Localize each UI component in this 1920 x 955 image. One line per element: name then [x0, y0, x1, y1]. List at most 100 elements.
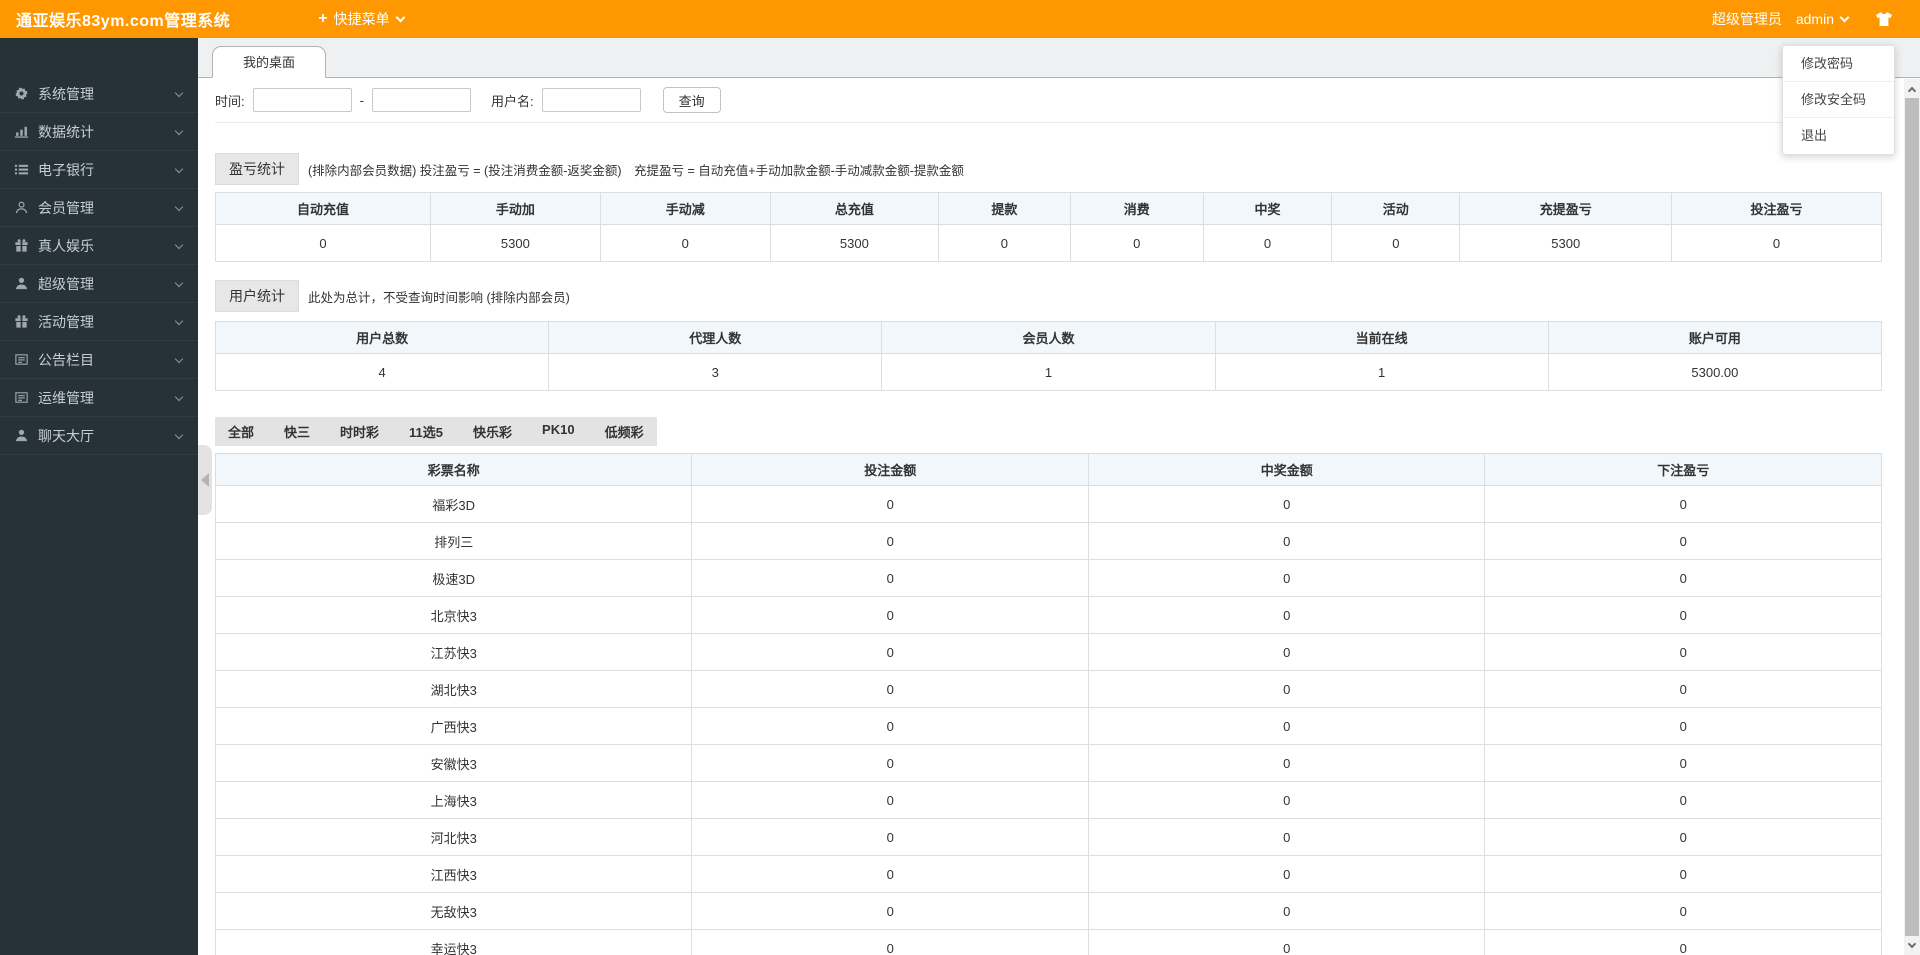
- cell-value: 0: [1484, 559, 1882, 597]
- cell-value: 0: [691, 559, 1089, 597]
- lottery-tab-all[interactable]: 全部: [228, 422, 254, 441]
- scroll-down-arrow[interactable]: [1904, 937, 1920, 953]
- time-to-input[interactable]: [371, 88, 471, 112]
- cell-value: 5300: [1459, 224, 1673, 262]
- sidebar-item-live-casino[interactable]: 真人娱乐: [0, 227, 198, 265]
- member-icon: [15, 201, 28, 214]
- menu-item-change-security-code[interactable]: 修改安全码: [1783, 82, 1894, 118]
- chevron-down-icon: [1839, 12, 1850, 23]
- sidebar-item-operations[interactable]: 运维管理: [0, 379, 198, 417]
- list-icon: [14, 164, 29, 175]
- sidebar-item-members[interactable]: 会员管理: [0, 189, 198, 227]
- cell-value: 5300.00: [1547, 353, 1883, 391]
- user-dropdown-menu: 修改密码 修改安全码 退出: [1782, 45, 1895, 155]
- table-row: 0 5300 0 5300 0 0 0 0 5300 0: [215, 224, 1882, 262]
- lottery-tab-11xuan5[interactable]: 11选5: [409, 422, 443, 441]
- col-header: 用户总数: [214, 321, 550, 354]
- username: admin: [1795, 11, 1834, 27]
- user-stats-table: 用户总数 代理人数 会员人数 当前在线 账户可用 4 3 1 1 5300.00: [214, 321, 1883, 391]
- board-icon: [15, 354, 28, 365]
- username-input[interactable]: [541, 88, 641, 112]
- col-header: 充提盈亏: [1459, 192, 1673, 225]
- col-header: 投注金额: [691, 453, 1089, 486]
- time-from-input[interactable]: [252, 88, 352, 112]
- query-button[interactable]: 查询: [662, 87, 721, 113]
- quick-menu-label: 快捷菜单: [333, 11, 390, 27]
- scroll-up-arrow[interactable]: [1904, 81, 1920, 97]
- cell-value: 5300: [769, 224, 940, 262]
- tshirt-skin-icon[interactable]: [1874, 9, 1894, 29]
- cell-value: 0: [1484, 929, 1882, 955]
- time-label: 时间:: [215, 93, 245, 109]
- sidebar-item-activities[interactable]: 活动管理: [0, 303, 198, 341]
- col-header: 总充值: [769, 192, 940, 225]
- table-row: 湖北快3 0 0 0: [214, 670, 1882, 708]
- app-title: 通亚娱乐83ym.com管理系统: [16, 13, 231, 30]
- cell-value: 0: [1087, 596, 1486, 634]
- cell-value: 0: [691, 818, 1089, 856]
- lottery-tab-kuailecai[interactable]: 快乐彩: [473, 422, 512, 441]
- lottery-name: 排列三: [214, 522, 693, 560]
- menu-item-logout[interactable]: 退出: [1783, 118, 1894, 154]
- gift-icon: [15, 239, 28, 252]
- chevron-down-icon: [174, 430, 184, 439]
- lottery-name: 福彩3D: [214, 485, 693, 523]
- sidebar-item-announcements[interactable]: 公告栏目: [0, 341, 198, 379]
- sidebar-item-system[interactable]: 系统管理: [0, 75, 198, 113]
- col-header: 账户可用: [1547, 321, 1883, 354]
- menu-item-change-password[interactable]: 修改密码: [1783, 46, 1894, 82]
- user-section-title: 用户统计: [215, 280, 299, 312]
- user-menu-button[interactable]: 超级管理员 admin: [1712, 9, 1906, 29]
- sidebar-item-label: 系统管理: [38, 85, 94, 102]
- tab-my-desktop[interactable]: 我的桌面: [212, 46, 327, 78]
- col-header: 中奖金额: [1087, 453, 1486, 486]
- table-row: 无敌快3 0 0 0: [214, 892, 1882, 930]
- user-icon: [15, 277, 28, 290]
- sidebar-item-label: 公告栏目: [38, 351, 94, 368]
- plus-icon: +: [318, 10, 328, 27]
- sidebar-item-super-admin[interactable]: 超级管理: [0, 265, 198, 303]
- chevron-down-icon: [174, 88, 184, 97]
- cell-value: 0: [1087, 744, 1486, 782]
- sidebar-item-label: 运维管理: [38, 389, 94, 406]
- quick-menu-button[interactable]: + 快捷菜单: [318, 9, 406, 29]
- lottery-name: 河北快3: [214, 818, 693, 856]
- vertical-scrollbar[interactable]: [1904, 79, 1920, 955]
- lottery-tab-dipincai[interactable]: 低频彩: [605, 422, 644, 441]
- cell-value: 0: [1087, 707, 1486, 745]
- cell-value: 0: [1671, 224, 1882, 262]
- user-role: 超级管理员: [1711, 11, 1782, 27]
- col-header: 中奖: [1202, 192, 1333, 225]
- cell-value: 0: [1087, 670, 1486, 708]
- table-row: 上海快3 0 0 0: [214, 781, 1882, 819]
- cell-value: 0: [599, 224, 771, 262]
- lottery-tab-shishicai[interactable]: 时时彩: [340, 422, 379, 441]
- chevron-up-icon: [1907, 86, 1917, 95]
- chevron-down-icon: [395, 12, 406, 23]
- sidebar-item-ebank[interactable]: 电子银行: [0, 151, 198, 189]
- cell-value: 0: [691, 485, 1089, 523]
- sidebar-item-chat-hall[interactable]: 聊天大厅: [0, 417, 198, 455]
- table-row: 排列三 0 0 0: [214, 522, 1882, 560]
- sidebar-item-label: 真人娱乐: [38, 237, 94, 254]
- board-icon: [15, 392, 28, 403]
- table-row: 福彩3D 0 0 0: [214, 485, 1882, 523]
- cell-value: 0: [1484, 633, 1882, 671]
- scrollbar-thumb[interactable]: [1905, 98, 1919, 936]
- lottery-tab-kuaisan[interactable]: 快三: [284, 422, 310, 441]
- col-header: 彩票名称: [214, 453, 693, 486]
- tab-bar: 我的桌面: [198, 38, 1920, 78]
- table-row: 极速3D 0 0 0: [214, 559, 1882, 597]
- cell-value: 0: [1087, 633, 1486, 671]
- cell-value: 0: [215, 224, 431, 262]
- filter-row: 时间: - 用户名: 查询: [215, 87, 1882, 123]
- sidebar-item-statistics[interactable]: 数据统计: [0, 113, 198, 151]
- cell-value: 0: [1087, 559, 1486, 597]
- sidebar-collapse-handle[interactable]: [198, 445, 212, 515]
- lottery-tab-pk10[interactable]: PK10: [542, 422, 575, 441]
- cell-value: 0: [1087, 818, 1486, 856]
- cell-value: 0: [1087, 855, 1486, 893]
- chevron-down-icon: [174, 240, 184, 249]
- lottery-name: 安徽快3: [214, 744, 693, 782]
- col-header: 会员人数: [881, 321, 1216, 354]
